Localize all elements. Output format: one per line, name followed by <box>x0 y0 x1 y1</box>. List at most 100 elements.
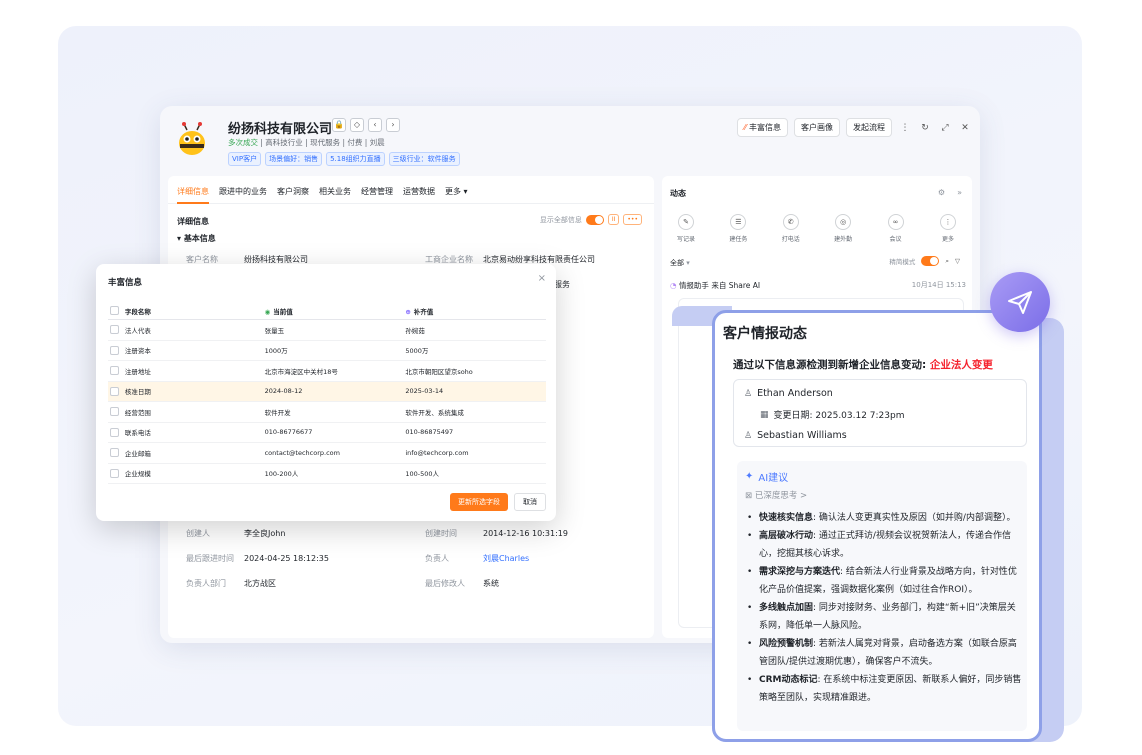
filter-icon[interactable]: ▽ <box>955 257 960 265</box>
calendar-icon: ▦ <box>760 409 769 420</box>
lock-icon[interactable]: 🔒 <box>332 118 346 132</box>
prev-icon[interactable]: ‹ <box>368 118 382 132</box>
action-write-record[interactable]: ✎ 写记录 <box>668 214 704 243</box>
chevron-down-icon: ▾ <box>686 259 690 267</box>
pause-icon[interactable]: II <box>607 214 620 225</box>
tab-business[interactable]: 跟进中的业务 <box>219 186 267 203</box>
table-row[interactable]: 企业规模 100-200人 100-500人 <box>108 464 546 484</box>
field-key: 负责人部门 <box>186 579 226 588</box>
flow-button[interactable]: 发起流程 <box>846 118 892 137</box>
tab-related[interactable]: 相关业务 <box>319 186 351 203</box>
table-row[interactable]: 注册地址 北京市海淀区中关村18号 北京市朝阳区望京soho <box>108 361 546 382</box>
collapse-icon[interactable]: ▾ <box>177 234 181 243</box>
cancel-button[interactable]: 取消 <box>514 493 546 511</box>
current-value: contact@techcorp.com <box>264 448 340 457</box>
field-key: 最后跟进时间 <box>186 554 234 563</box>
next-icon[interactable]: › <box>386 118 400 132</box>
dialog-title: 丰富信息 <box>108 278 143 288</box>
tab-detail[interactable]: 详细信息 <box>177 186 209 204</box>
action-more[interactable]: ⋮ 更多 <box>930 214 966 243</box>
tag-icon[interactable]: ◇ <box>350 118 364 132</box>
portrait-button[interactable]: 客户画像 <box>794 118 840 137</box>
action-task[interactable]: ☰ 建任务 <box>720 214 756 243</box>
table-row[interactable]: 经营范围 软件开发 软件开发、系统集成 <box>108 402 546 423</box>
ai-suggestion-box: ✦ AI建议 ⊠ 已深度思考 > 快速核实信息: 确认法人变更真实性及原因（如并购… <box>737 461 1027 731</box>
current-value: 010-86776677 <box>264 428 313 437</box>
table-row[interactable]: 法人代表 张量玉 孙婉茹 <box>108 320 546 341</box>
change-box: ♙ Ethan Anderson ▦ 变更日期: 2025.03.12 7:23pm… <box>733 379 1027 447</box>
table-row[interactable]: 核准日期 2024-08-12 2025-03-14 <box>108 381 546 402</box>
more-horizontal-icon[interactable]: ••• <box>623 214 642 225</box>
row-checkbox[interactable] <box>110 468 119 478</box>
tab-management[interactable]: 经营管理 <box>361 186 393 203</box>
close-icon[interactable]: ✕ <box>958 123 972 133</box>
table-row[interactable]: 企业邮箱 contact@techcorp.com info@techcorp.co… <box>108 443 546 464</box>
phone-icon: ✆ <box>782 214 799 230</box>
meta-rest: | 高科技行业 | 现代服务 | 付费 | 刘晨 <box>258 138 385 147</box>
table-row[interactable]: 联系电话 010-86776677 010-86875497 <box>108 423 546 443</box>
row-checkbox[interactable] <box>110 407 119 417</box>
row-checkbox[interactable] <box>110 448 119 458</box>
col-current-label: 当前值 <box>273 307 293 316</box>
send-plane-icon[interactable] <box>990 272 1050 332</box>
current-value: 张量玉 <box>264 326 285 335</box>
tag-list: VIP客户 场景偏好：销售 5.18组织力直播 三级行业：软件服务 <box>228 152 460 166</box>
close-icon[interactable]: × <box>538 273 546 284</box>
suggestion-list: 快速核实信息: 确认法人变更真实性及原因（如并购/内部调整）。高层破冰行动: 通… <box>747 509 1023 707</box>
bee-logo-icon <box>172 120 212 160</box>
owner-link[interactable]: 刘晨Charles <box>483 554 529 563</box>
filter-select[interactable]: 全部 ▾ <box>670 258 690 268</box>
action-label: 更多 <box>941 236 954 243</box>
tag-live: 5.18组织力直播 <box>326 152 385 166</box>
field-value: 系统 <box>483 579 499 588</box>
enrich-button[interactable]: ⁄⁄ 丰富信息 <box>736 118 788 137</box>
row-checkbox[interactable] <box>110 386 119 396</box>
show-all-label: 显示全部信息 <box>539 215 582 224</box>
field-value: 北方战区 <box>244 579 276 588</box>
field-name: 注册地址 <box>124 367 151 376</box>
sparkle-icon: ✦ <box>745 471 754 482</box>
current-value: 北京市海淀区中关村18号 <box>264 367 338 376</box>
basic-info-label: 基本信息 <box>183 234 216 243</box>
mode-toggle[interactable] <box>921 256 940 266</box>
show-all-toggle[interactable] <box>585 214 604 225</box>
row-checkbox[interactable] <box>110 427 119 437</box>
action-field[interactable]: ◎ 建外勤 <box>825 214 861 243</box>
action-bar: ✎ 写记录 ☰ 建任务 ✆ 打电话 ◎ 建外勤 ∞ 会议 ⋮ 更多 <box>668 214 966 243</box>
select-all-checkbox[interactable] <box>110 306 119 315</box>
table-row[interactable]: 注册资本 1000万 5000万 <box>108 341 546 361</box>
refresh-icon[interactable]: ↻ <box>918 123 932 133</box>
tab-operations[interactable]: 运营数据 <box>403 186 435 203</box>
meeting-icon: ∞ <box>887 214 904 230</box>
expand-right-icon[interactable]: » <box>957 188 962 197</box>
current-value: 100-200人 <box>264 470 299 479</box>
current-value: 2024-08-12 <box>264 387 303 396</box>
field-key: 创建人 <box>186 529 210 538</box>
deep-think-toggle[interactable]: ⊠ 已深度思考 > <box>745 489 807 501</box>
tag-vip: VIP客户 <box>228 152 262 166</box>
suggestion-item: 需求深挖与方案迭代: 结合新法人行业背景及战略方向，针对性优化产品价值提案，强调… <box>747 563 1023 599</box>
settings-icon[interactable]: ⚙ <box>938 188 945 197</box>
row-checkbox[interactable] <box>110 325 119 335</box>
person-name: Sebastian Williams <box>757 430 847 441</box>
suggestion-item: 风险预警机制: 若新法人属竞对背景，启动备选方案（如联合原高管团队/提供过渡期优… <box>747 635 1023 671</box>
tab-insight[interactable]: 客户洞察 <box>277 186 309 203</box>
search-icon[interactable]: ⌕ <box>945 257 949 266</box>
suggestion-head: 需求深挖与方案迭代 <box>759 567 841 577</box>
feed-source: 情报助手 来自 Share AI <box>678 281 761 290</box>
row-checkbox[interactable] <box>110 366 119 376</box>
action-label: 写记录 <box>676 236 695 243</box>
action-meeting[interactable]: ∞ 会议 <box>878 214 914 243</box>
tab-more[interactable]: 更多 ▾ <box>445 186 468 203</box>
tab-more-label: 更多 <box>445 187 461 196</box>
action-label: 建任务 <box>729 236 748 243</box>
update-selected-button[interactable]: 更新所选字段 <box>450 493 508 511</box>
field-row: 创建时间 2014-12-16 10:31:19 <box>425 528 568 539</box>
person-row: ♙ Ethan Anderson <box>744 388 833 399</box>
row-checkbox[interactable] <box>110 345 119 355</box>
action-call[interactable]: ✆ 打电话 <box>773 214 809 243</box>
field-name: 企业邮箱 <box>124 449 151 458</box>
more-vertical-icon[interactable]: ⋮ <box>898 123 912 133</box>
expand-icon[interactable]: ⤢ <box>938 123 952 133</box>
chevron-down-icon: ▾ <box>463 187 468 196</box>
